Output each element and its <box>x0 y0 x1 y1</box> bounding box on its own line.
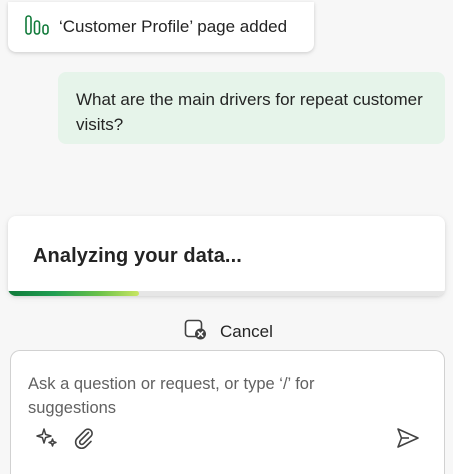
attach-icon <box>72 426 96 455</box>
chat-input-placeholder[interactable]: Ask a question or request, or type ‘/’ f… <box>28 372 388 420</box>
prompt-suggestions-button[interactable] <box>34 427 60 453</box>
stop-icon <box>184 319 208 346</box>
cancel-button[interactable]: Cancel <box>184 319 273 346</box>
sparkle-icon <box>35 426 59 455</box>
chat-input-box[interactable]: Ask a question or request, or type ‘/’ f… <box>10 350 445 474</box>
bar-chart-icon <box>24 14 50 41</box>
progress-bar-fill <box>8 291 140 296</box>
notice-text: ‘Customer Profile’ page added <box>59 17 288 36</box>
attach-button[interactable] <box>71 427 97 453</box>
status-text: Analyzing your data... <box>33 245 242 267</box>
send-icon <box>395 426 421 455</box>
analyzing-status-card: Analyzing your data... <box>8 216 445 296</box>
progress-bar <box>8 291 445 296</box>
send-button[interactable] <box>395 427 421 453</box>
user-message-bubble: What are the main drivers for repeat cus… <box>58 72 445 144</box>
cancel-label: Cancel <box>220 322 273 341</box>
copilot-chat-pane: ‘Customer Profile’ page added What are t… <box>0 0 453 474</box>
page-added-notice: ‘Customer Profile’ page added <box>8 2 314 52</box>
